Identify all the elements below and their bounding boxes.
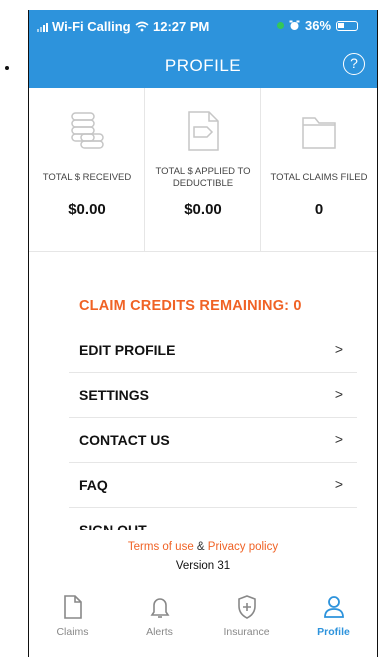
bottom-tab-bar: Claims Alerts Insurance Profile bbox=[29, 582, 377, 657]
menu-item-label: SIGN OUT bbox=[79, 522, 147, 530]
stat-total-received: TOTAL $ RECEIVED $0.00 bbox=[29, 88, 145, 251]
legal-separator: & bbox=[196, 541, 205, 553]
tab-label: Claims bbox=[56, 626, 89, 638]
chevron-right-icon: > bbox=[334, 476, 343, 492]
menu-item-settings[interactable]: SETTINGS > bbox=[69, 373, 357, 418]
battery-icon bbox=[336, 20, 359, 31]
stat-label: TOTAL $ RECEIVED bbox=[42, 172, 132, 183]
battery-percent: 36% bbox=[305, 18, 332, 33]
profile-menu: EDIT PROFILE > SETTINGS > CONTACT US > F… bbox=[69, 328, 357, 530]
tab-profile[interactable]: Profile bbox=[290, 582, 377, 657]
phone-screen: Wi-Fi Calling 12:27 PM 36% PROFILE ? TOT… bbox=[28, 10, 378, 657]
chevron-right-icon: > bbox=[334, 431, 343, 447]
signal-icon bbox=[37, 22, 48, 32]
top-bar: Wi-Fi Calling 12:27 PM 36% PROFILE ? bbox=[29, 10, 377, 88]
document-icon bbox=[64, 595, 82, 619]
menu-item-edit-profile[interactable]: EDIT PROFILE > bbox=[69, 328, 357, 373]
terms-of-use-link[interactable]: Terms of use bbox=[128, 541, 194, 553]
stats-panel: TOTAL $ RECEIVED $0.00 TOTAL $ APPLIED T… bbox=[29, 88, 377, 252]
stat-claims-filed: TOTAL CLAIMS FILED 0 bbox=[261, 88, 377, 251]
document-icon bbox=[188, 111, 219, 151]
menu-item-label: CONTACT US bbox=[79, 432, 170, 448]
menu-item-faq[interactable]: FAQ > bbox=[69, 463, 357, 508]
claim-credits-heading: CLAIM CREDITS REMAINING: 0 bbox=[79, 298, 302, 314]
tab-claims[interactable]: Claims bbox=[29, 582, 116, 657]
menu-item-sign-out[interactable]: SIGN OUT bbox=[69, 508, 357, 530]
menu-item-label: FAQ bbox=[79, 477, 108, 493]
stat-label: TOTAL $ APPLIED TO DEDUCTIBLE bbox=[155, 166, 251, 189]
stat-value: $0.00 bbox=[68, 201, 106, 218]
stat-applied-to-deductible: TOTAL $ APPLIED TO DEDUCTIBLE $0.00 bbox=[145, 88, 261, 251]
chevron-right-icon: > bbox=[334, 341, 343, 357]
stat-value: 0 bbox=[314, 201, 324, 218]
privacy-policy-link[interactable]: Privacy policy bbox=[208, 541, 278, 553]
stat-value: $0.00 bbox=[184, 201, 222, 218]
chevron-right-icon: > bbox=[334, 386, 343, 402]
folder-icon bbox=[302, 117, 336, 149]
tab-label: Alerts bbox=[146, 626, 173, 638]
location-dot-icon bbox=[277, 22, 284, 29]
menu-item-label: EDIT PROFILE bbox=[79, 342, 176, 358]
carrier-label: Wi-Fi Calling bbox=[52, 19, 131, 34]
tab-alerts[interactable]: Alerts bbox=[116, 582, 203, 657]
menu-item-contact-us[interactable]: CONTACT US > bbox=[69, 418, 357, 463]
tab-label: Insurance bbox=[223, 626, 270, 638]
status-left: Wi-Fi Calling bbox=[37, 19, 149, 34]
shield-plus-icon bbox=[238, 595, 256, 619]
legal-links: Terms of use & Privacy policy bbox=[29, 541, 377, 553]
page-title: PROFILE bbox=[164, 56, 242, 75]
status-right: 36% bbox=[277, 18, 359, 33]
coins-icon bbox=[71, 112, 104, 149]
menu-item-label: SETTINGS bbox=[79, 387, 150, 403]
bell-icon bbox=[150, 598, 170, 618]
help-button[interactable]: ? bbox=[343, 53, 365, 75]
stat-label: TOTAL CLAIMS FILED bbox=[270, 172, 368, 183]
alarm-icon bbox=[289, 20, 300, 30]
status-time: 12:27 PM bbox=[153, 19, 210, 34]
bullet-marker bbox=[5, 66, 9, 70]
version-label: Version 31 bbox=[175, 560, 231, 572]
tab-label: Profile bbox=[317, 626, 350, 638]
status-bar: Wi-Fi Calling 12:27 PM 36% bbox=[29, 10, 377, 40]
tab-insurance[interactable]: Insurance bbox=[203, 582, 290, 657]
wifi-icon bbox=[135, 21, 149, 32]
user-icon bbox=[324, 596, 344, 618]
